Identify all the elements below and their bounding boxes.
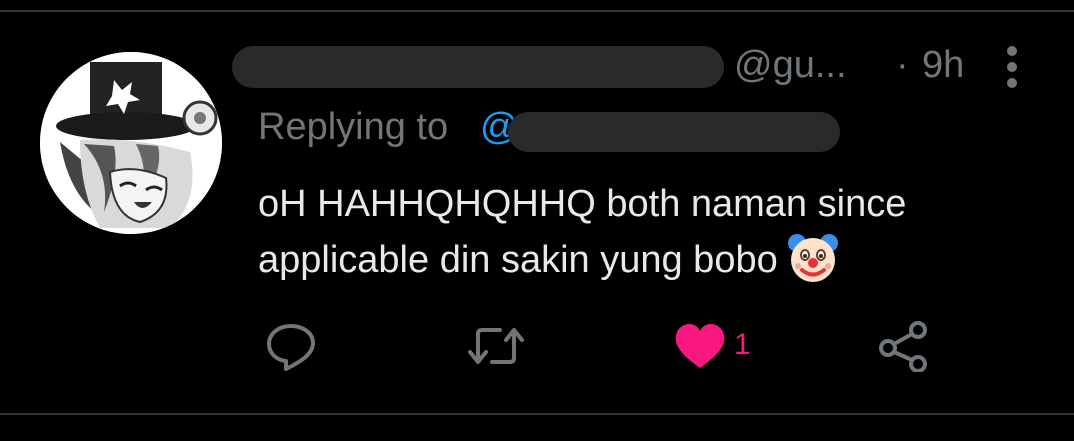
more-options-icon[interactable] <box>998 44 1026 90</box>
time-separator: · <box>896 44 909 86</box>
clown-face-icon <box>786 231 840 285</box>
share-icon <box>879 321 927 372</box>
reply-button[interactable] <box>264 320 318 372</box>
like-button[interactable] <box>672 320 728 372</box>
replying-to-handle-redacted[interactable] <box>508 112 840 152</box>
like-count: 1 <box>734 328 751 361</box>
replying-to-label: Replying to <box>258 106 449 148</box>
tweet-text: oH HAHHQHQHHQ both naman since applicabl… <box>258 176 1038 289</box>
retweet-icon <box>468 328 524 364</box>
display-name-redacted[interactable] <box>232 46 724 88</box>
timestamp[interactable]: 9h <box>922 44 964 87</box>
heart-icon <box>675 324 725 368</box>
reply-icon <box>267 324 315 371</box>
top-divider <box>0 10 1074 12</box>
avatar[interactable] <box>40 52 222 234</box>
share-button[interactable] <box>876 320 932 372</box>
bottom-divider <box>0 413 1074 415</box>
retweet-button[interactable] <box>466 320 526 372</box>
user-handle[interactable]: @gu... <box>734 44 847 87</box>
